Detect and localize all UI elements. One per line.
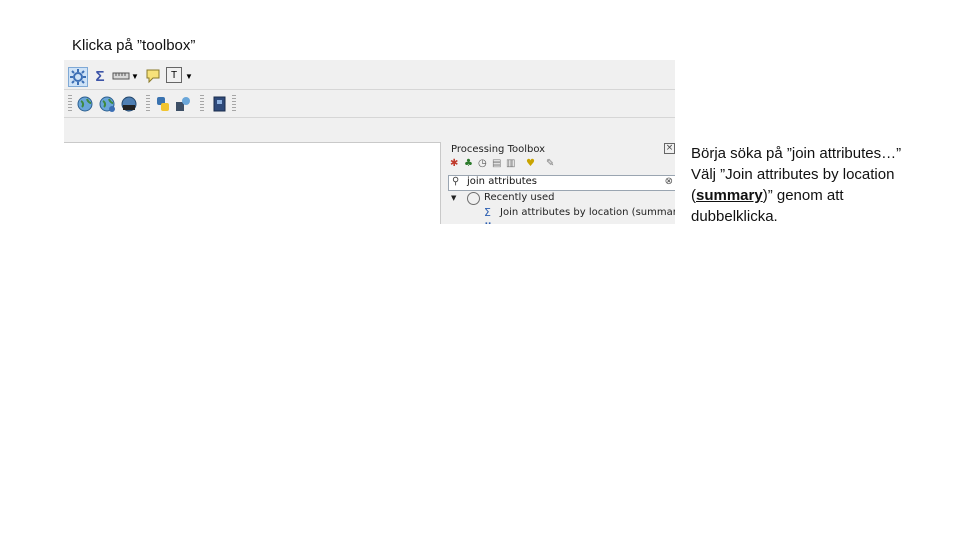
options-icon[interactable]: ✎ (546, 158, 554, 169)
instruction-line: Börja söka på ”join attributes…” (691, 145, 902, 162)
annotation-icon[interactable] (144, 67, 162, 85)
processing-toolbox-icon[interactable] (68, 67, 88, 87)
expand-arrow-icon[interactable]: ▼ (451, 194, 456, 202)
globe-icon[interactable] (98, 95, 116, 113)
tree-group-label: Recently used (484, 192, 555, 203)
plugin-icon[interactable] (174, 95, 192, 113)
instruction-line: Välj ”Join attributes by location (691, 166, 895, 183)
panel-title: Processing Toolbox (451, 144, 546, 155)
toolbar-grip[interactable] (200, 95, 204, 113)
instruction-line-rest: )” genom att (762, 187, 844, 204)
add-vector-icon[interactable] (120, 95, 138, 113)
sum-icon[interactable]: Σ (91, 67, 109, 85)
edit-icon[interactable]: ▥ (506, 158, 515, 169)
algorithm-icon: Σ (484, 206, 491, 219)
toolbar-attributes: Σ ▼ T ▼ (64, 62, 675, 90)
tree-item-partial: ⠿ (484, 221, 492, 224)
toolbar-plugins (64, 90, 675, 118)
search-input[interactable]: ⚲ join attributes ⊗ (448, 175, 675, 191)
summary-emphasis: summary (696, 187, 763, 204)
search-icon: ⚲ (452, 176, 460, 187)
clear-icon[interactable]: ⊗ (665, 176, 673, 187)
batch-icon[interactable]: ♥ (526, 158, 535, 169)
instruction-line: (summary)” genom att (691, 185, 941, 206)
chevron-down-icon[interactable]: ▼ (184, 67, 194, 85)
tree-item-label: Join attributes by location (summary) (500, 207, 675, 218)
processing-toolbox-panel: Processing Toolbox × ✱ ♣ ◷ ▤ ▥ ♥ ✎ ⚲ joi… (444, 142, 675, 224)
toolbar-grip[interactable] (68, 95, 72, 113)
map-canvas[interactable] (64, 142, 441, 224)
results-icon[interactable]: ▤ (492, 158, 501, 169)
text-annotation-icon[interactable]: T (166, 67, 182, 83)
close-icon[interactable]: × (664, 143, 675, 154)
scripts-icon[interactable]: ♣ (464, 158, 473, 169)
globe-icon[interactable] (76, 95, 94, 113)
history-icon[interactable]: ◷ (478, 158, 487, 169)
search-value: join attributes (467, 176, 538, 187)
instruction-text: Börja söka på ”join attributes…” Välj ”J… (691, 143, 941, 227)
slide-heading: Klicka på ”toolbox” (72, 37, 196, 54)
help-book-icon[interactable] (210, 95, 228, 113)
qgis-screenshot: Σ ▼ T ▼ Processing Toolbox × ✱ ♣ ◷ ▤ ▥ ♥… (64, 60, 675, 224)
models-icon[interactable]: ✱ (450, 158, 458, 169)
clock-icon (467, 192, 480, 205)
toolbar-grip[interactable] (146, 95, 150, 113)
chevron-down-icon[interactable]: ▼ (130, 67, 140, 85)
python-icon[interactable] (154, 95, 172, 113)
toolbar-grip[interactable] (232, 95, 236, 113)
instruction-line: dubbelklicka. (691, 208, 778, 225)
measure-icon[interactable] (112, 67, 130, 85)
